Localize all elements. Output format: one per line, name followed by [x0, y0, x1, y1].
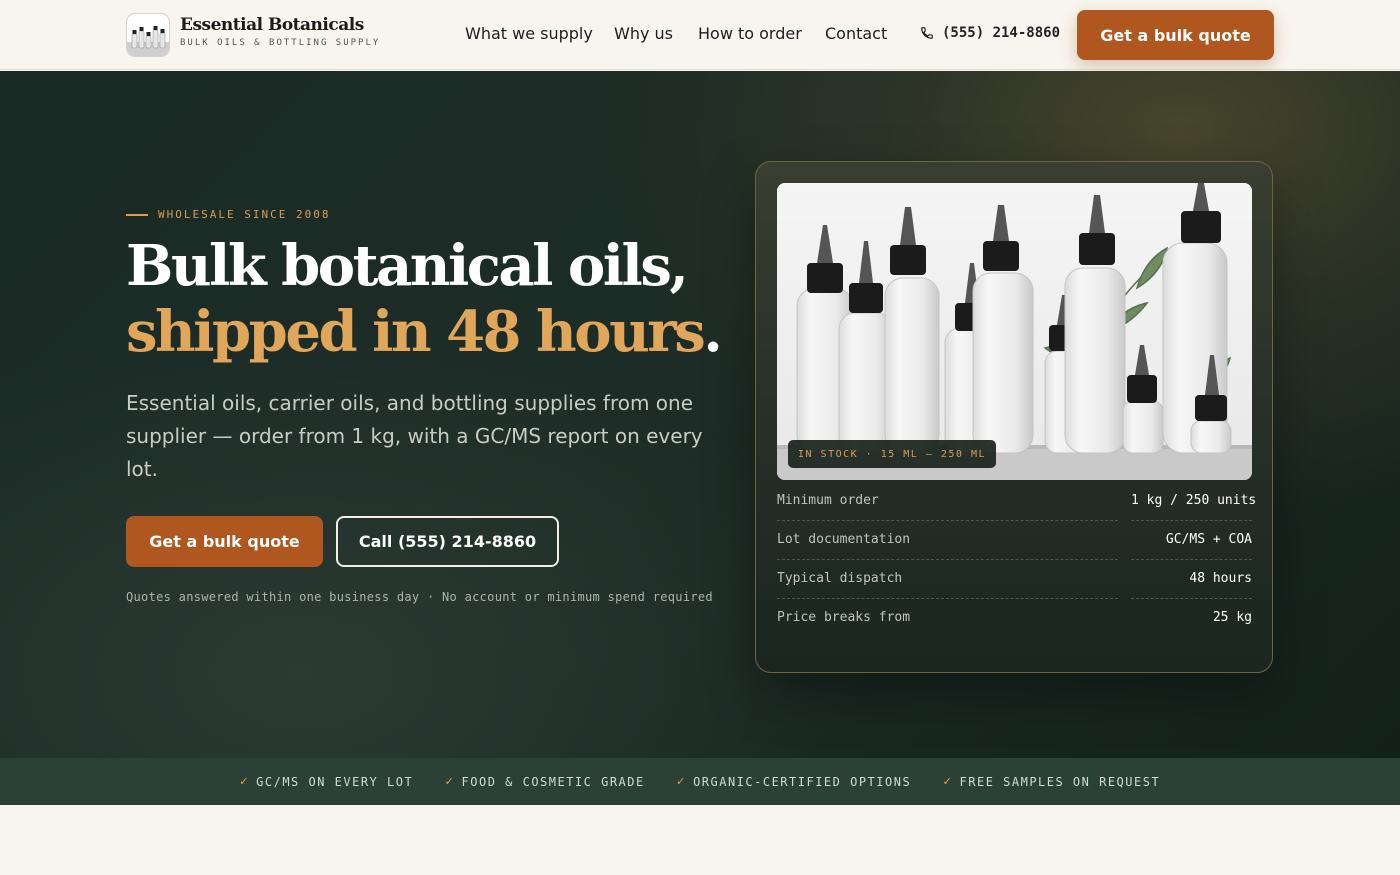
feature-item-grade: ✓ FOOD & COSMETIC GRADE	[445, 774, 645, 789]
hero-call-button[interactable]: Call (555) 214-8860	[336, 516, 559, 567]
hero-quote-button[interactable]: Get a bulk quote	[126, 516, 323, 567]
header-phone-link[interactable]: (555) 214-8860	[920, 25, 1060, 41]
feature-item-samples: ✓ FREE SAMPLES ON REQUEST	[943, 774, 1160, 789]
header-quote-button[interactable]: Get a bulk quote	[1077, 10, 1274, 60]
brand-tagline: BULK OILS & BOTTLING SUPPLY	[180, 38, 381, 48]
feature-label: GC/MS ON EVERY LOT	[256, 774, 414, 789]
hero-note: Quotes answered within one business day …	[126, 590, 713, 604]
spec-value: 48 hours	[1131, 571, 1252, 599]
brand-logo[interactable]	[126, 13, 170, 57]
bottles-logo-icon	[127, 26, 169, 56]
nav-what-we-supply[interactable]: What we supply	[465, 24, 593, 43]
feature-strip: ✓ GC/MS ON EVERY LOT ✓ FOOD & COSMETIC G…	[0, 758, 1400, 805]
spec-row-minimum-order: Minimum order 1 kg / 250 units	[777, 482, 1256, 521]
spec-value: 1 kg / 250 units	[1131, 493, 1256, 521]
check-icon: ✓	[676, 774, 687, 789]
eyebrow-rule	[126, 213, 148, 216]
nav-how-to-order[interactable]: How to order	[698, 24, 802, 43]
brand-name[interactable]: Essential Botanicals	[180, 15, 364, 35]
check-icon: ✓	[445, 774, 455, 789]
phone-icon	[921, 27, 933, 39]
nav-why-us[interactable]: Why us	[614, 24, 673, 43]
bottles-photo-illustration	[777, 183, 1252, 480]
hero-eyebrow: WHOLESALE SINCE 2008	[126, 208, 330, 221]
hero-lead: Essential oils, carrier oils, and bottli…	[126, 391, 703, 481]
feature-label: FOOD & COSMETIC GRADE	[461, 774, 645, 789]
feature-item-gcms: ✓ GC/MS ON EVERY LOT	[240, 774, 413, 789]
stock-badge: IN STOCK · 15 ML – 250 ML	[788, 440, 997, 468]
headline-line1: Bulk botanical oils,	[126, 233, 689, 299]
spec-row-lot-documentation: Lot documentation GC/MS + COA	[777, 521, 1252, 560]
spec-row-price-breaks: Price breaks from 25 kg	[777, 599, 1252, 638]
headline-period: .	[703, 299, 723, 365]
check-icon: ✓	[239, 774, 250, 789]
feature-label: FREE SAMPLES ON REQUEST	[959, 774, 1161, 789]
feature-label: ORGANIC-CERTIFIED OPTIONS	[693, 774, 912, 789]
eyebrow-text: WHOLESALE SINCE 2008	[158, 208, 331, 221]
hero-headline: Bulk botanical oils, shipped in 48 hours…	[126, 233, 723, 365]
spec-row-typical-dispatch: Typical dispatch 48 hours	[777, 560, 1252, 599]
check-icon: ✓	[943, 774, 953, 789]
product-card: IN STOCK · 15 ML – 250 ML Minimum order …	[755, 161, 1273, 673]
feature-item-organic: ✓ ORGANIC-CERTIFIED OPTIONS	[677, 774, 911, 789]
spec-value: 25 kg	[1212, 610, 1252, 625]
spec-value: GC/MS + COA	[1131, 532, 1252, 560]
spec-label: Price breaks from	[777, 610, 911, 625]
spec-label: Minimum order	[777, 493, 1118, 521]
site-header: Essential Botanicals BULK OILS & BOTTLIN…	[0, 0, 1400, 70]
spec-label: Lot documentation	[777, 532, 1118, 560]
product-photo: IN STOCK · 15 ML – 250 ML	[777, 183, 1252, 480]
spec-label: Typical dispatch	[777, 571, 1118, 599]
header-phone-number: (555) 214-8860	[942, 25, 1061, 41]
headline-accent: shipped in 48 hours	[126, 299, 706, 365]
hero-section: WHOLESALE SINCE 2008 Bulk botanical oils…	[0, 71, 1400, 758]
nav-contact[interactable]: Contact	[825, 24, 887, 43]
